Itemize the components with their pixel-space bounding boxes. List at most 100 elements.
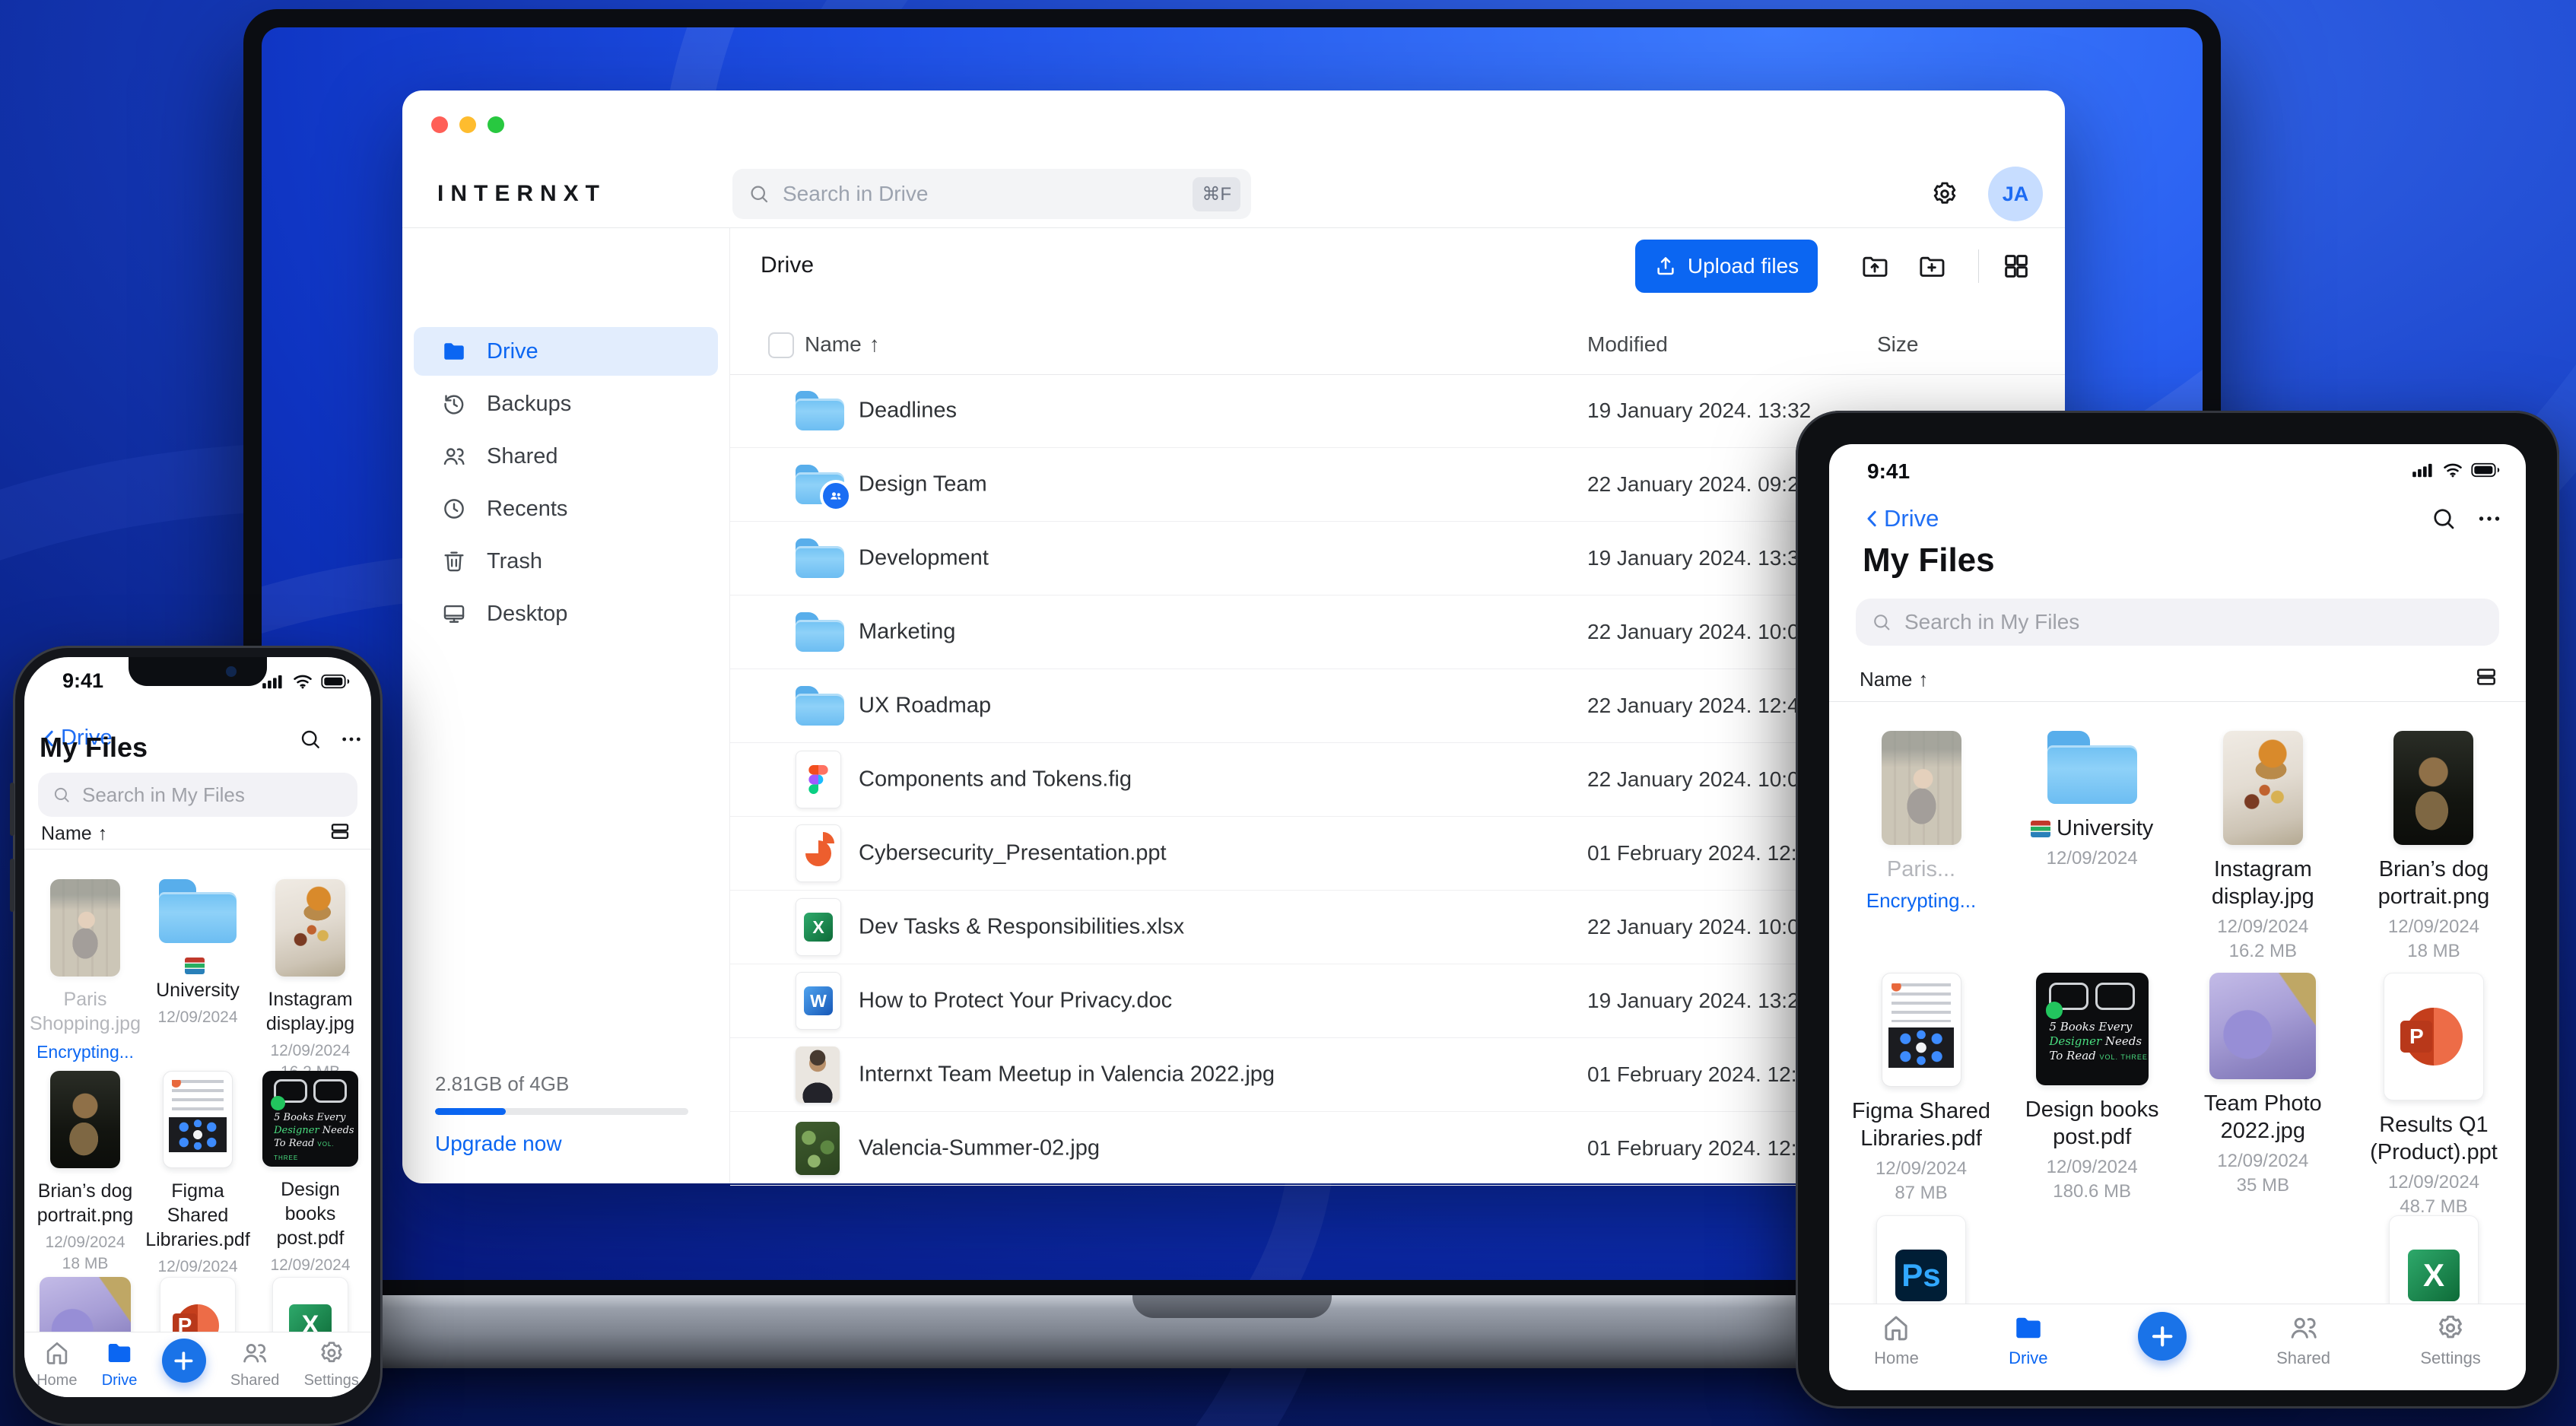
search-icon: [748, 183, 770, 205]
grid-item[interactable]: Paris Shopping.jpg Encrypting...: [30, 879, 141, 1081]
photo-thumbnail: [2222, 731, 2303, 845]
file-name: Internxt Team Meetup in Valencia 2022.jp…: [859, 1062, 1275, 1087]
file-name: Results Q1 (Product).ppt: [2370, 1113, 2498, 1164]
upgrade-link[interactable]: Upgrade now: [435, 1132, 688, 1156]
search-icon: [52, 785, 71, 805]
laptop-base-notch: [1132, 1295, 1332, 1318]
file-date: 12/09/2024: [157, 1258, 238, 1275]
tab-shared[interactable]: Shared: [2276, 1312, 2330, 1368]
camera-icon: [226, 666, 237, 677]
tab-shared[interactable]: Shared: [230, 1339, 279, 1389]
tab-home[interactable]: Home: [1874, 1312, 1919, 1368]
files-search-field[interactable]: [38, 773, 357, 817]
pdf-thumbnail: 5 Books Every Designer Needs To Read VOL. …: [2035, 973, 2149, 1085]
select-all-checkbox[interactable]: [768, 332, 794, 358]
tab-drive[interactable]: Drive: [101, 1339, 138, 1389]
file-size: 18 MB: [62, 1255, 109, 1272]
column-header-size[interactable]: Size: [1877, 332, 1918, 357]
folder-icon: [796, 538, 844, 578]
grid-item[interactable]: Instagram display.jpg12/09/202416.2 MB: [257, 879, 364, 1081]
upload-files-button[interactable]: Upload files: [1635, 240, 1818, 293]
sort-by-name[interactable]: Name ↑: [41, 823, 107, 845]
grid-item[interactable]: Instagram display.jpg12/09/202416.2 MB: [2183, 731, 2343, 962]
grid-item[interactable]: Figma Shared Libraries.pdf12/09/202487 M…: [1841, 973, 2001, 1218]
file-name: Design books post.pdf: [2025, 1097, 2159, 1149]
back-button[interactable]: Drive: [1861, 505, 1939, 532]
more-options-icon[interactable]: [339, 727, 364, 751]
files-search-field[interactable]: [1856, 599, 2499, 646]
list-view-toggle-icon[interactable]: [2473, 665, 2500, 689]
screen-title: My Files: [1863, 541, 1995, 579]
sidebar-item-drive[interactable]: Drive: [414, 327, 718, 376]
user-avatar[interactable]: JA: [1988, 167, 2043, 221]
powerpoint-file-icon: [796, 824, 841, 882]
file-name: Figma Shared Libraries.pdf: [145, 1180, 250, 1250]
phone-screen: 9:41 Drive My Files Name↑ Paris Shoppi: [24, 657, 371, 1397]
grid-item[interactable]: Paris... Encrypting...: [1841, 731, 2001, 962]
list-view-toggle-icon[interactable]: [327, 820, 353, 843]
grid-item[interactable]: 5 Books Every Designer Needs To Read VOL. …: [257, 1071, 364, 1297]
add-button[interactable]: [2137, 1312, 2187, 1361]
tablet-status-bar: 9:41: [1829, 444, 2526, 493]
grid-item[interactable]: Figma Shared Libraries.pdf12/09/202487 M…: [145, 1071, 251, 1297]
tab-settings[interactable]: Settings: [304, 1339, 359, 1389]
drive-search-field[interactable]: ⌘F: [732, 169, 1251, 219]
folder-icon: [2047, 731, 2137, 804]
tab-drive[interactable]: Drive: [2009, 1312, 2047, 1368]
files-search-input[interactable]: [1903, 609, 2484, 635]
close-window-button[interactable]: [431, 116, 448, 133]
clock-icon: [441, 496, 467, 522]
settings-gear-button[interactable]: [1930, 179, 1960, 209]
home-icon: [43, 1339, 71, 1367]
storage-widget: 2.81GB of 4GB Upgrade now: [435, 1072, 688, 1156]
grid-item[interactable]: University 12/09/2024: [145, 879, 251, 1081]
grid-item[interactable]: Brian’s dog portrait.png 12/09/2024 18 MB: [2354, 731, 2514, 962]
wifi-icon: [2442, 461, 2463, 479]
column-header-modified[interactable]: Modified: [1587, 332, 1668, 357]
column-header-name[interactable]: Name ↑: [805, 332, 880, 357]
toolbar-divider: [1978, 249, 1979, 283]
sidebar-item-trash[interactable]: Trash: [414, 537, 718, 586]
file-name: Brian’s dog portrait.png: [2377, 857, 2490, 909]
grid-item[interactable]: University 12/09/2024: [2012, 731, 2172, 962]
sidebar-item-shared[interactable]: Shared: [414, 432, 718, 481]
more-options-icon[interactable]: [2476, 505, 2503, 532]
grid-item[interactable]: Brian’s dog portrait.png 12/09/2024 18 MB: [32, 1071, 138, 1297]
sort-arrow-icon: ↑: [97, 823, 108, 844]
new-folder-icon[interactable]: [1917, 251, 1947, 281]
chevron-left-icon: [1861, 507, 1884, 530]
sidebar-item-desktop[interactable]: Desktop: [414, 589, 718, 638]
files-search-input[interactable]: [81, 782, 344, 808]
trash-icon: [441, 548, 467, 574]
search-shortcut-badge: ⌘F: [1193, 176, 1240, 211]
gear-icon: [317, 1339, 346, 1367]
sidebar-item-recents[interactable]: Recents: [414, 484, 718, 533]
tab-home[interactable]: Home: [37, 1339, 77, 1389]
grid-view-icon[interactable]: [2001, 251, 2031, 281]
file-size: 180.6 MB: [2053, 1181, 2132, 1202]
upload-folder-icon[interactable]: [1860, 251, 1890, 281]
grid-item[interactable]: Team Photo 2022.jpg 12/09/2024 35 MB: [2183, 973, 2343, 1218]
file-size: 18 MB: [2407, 941, 2460, 961]
sidebar-item-backups[interactable]: Backups: [414, 380, 718, 428]
file-name: University: [145, 954, 251, 1002]
tab-label: Drive: [101, 1372, 138, 1389]
photo-thumbnail: [50, 879, 120, 977]
add-button[interactable]: [161, 1339, 206, 1383]
file-name: Design books post.pdf: [276, 1179, 345, 1249]
photo-thumbnail: [796, 1046, 840, 1103]
tab-settings[interactable]: Settings: [2420, 1312, 2481, 1368]
search-icon-button[interactable]: [298, 727, 322, 751]
zoom-window-button[interactable]: [488, 116, 504, 133]
grid-item[interactable]: P Results Q1 (Product).ppt 12/09/2024 48.7 …: [2354, 973, 2514, 1218]
books-emoji-icon: [2031, 821, 2050, 837]
encrypting-status: Encrypting...: [1866, 889, 1977, 912]
file-name: Marketing: [859, 619, 956, 644]
powerpoint-file-icon: P: [2383, 973, 2484, 1100]
grid-item[interactable]: 5 Books Every Designer Needs To Read VOL. …: [2012, 973, 2172, 1218]
minimize-window-button[interactable]: [459, 116, 476, 133]
drive-search-input[interactable]: [781, 181, 1193, 207]
search-icon-button[interactable]: [2430, 505, 2457, 532]
file-size: 87 MB: [1895, 1183, 1948, 1203]
sort-by-name[interactable]: Name ↑: [1860, 668, 1928, 691]
